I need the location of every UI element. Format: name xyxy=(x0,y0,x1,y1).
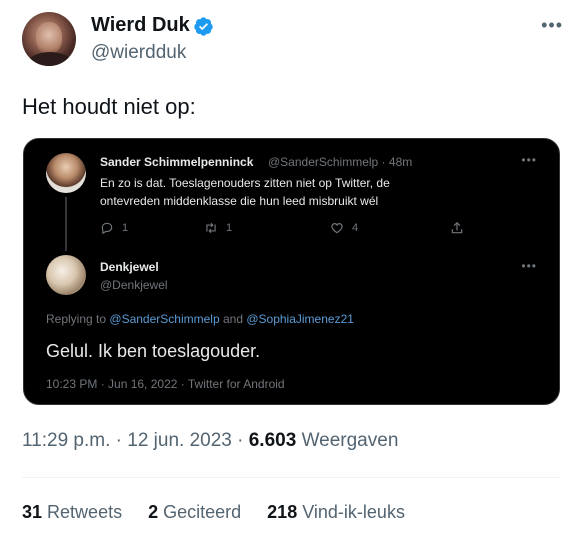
more-options-icon[interactable]: ••• xyxy=(541,16,563,34)
retweet-count: 1 xyxy=(226,222,233,234)
quotes-count: 2 xyxy=(148,502,159,522)
embedded-screenshot[interactable]: Sander Schimmelpenninck @SanderSchimmelp… xyxy=(23,138,560,405)
tweet-timestamp[interactable]: 11:29 p.m. · 12 jun. 2023 · xyxy=(22,430,243,451)
mention-link: @SanderSchimmelp xyxy=(109,312,220,326)
views-label[interactable]: Weergaven xyxy=(302,430,399,451)
views-count[interactable]: 6.603 xyxy=(249,430,297,451)
reply-action: 1 xyxy=(100,219,128,237)
retweets-count: 31 xyxy=(22,502,43,522)
likes-count: 218 xyxy=(267,502,298,522)
share-action xyxy=(450,219,464,237)
avatar-shirt xyxy=(28,52,72,66)
reply-icon xyxy=(101,222,113,235)
parent-actions: 1 1 4 xyxy=(100,219,470,239)
parent-more-icon: ••• xyxy=(521,153,537,167)
retweets-label: Retweets xyxy=(47,502,123,522)
author-avatar[interactable] xyxy=(22,12,76,66)
like-count: 4 xyxy=(352,222,359,234)
like-icon xyxy=(331,223,343,234)
reply-more-icon: ••• xyxy=(521,259,537,273)
retweets-stat[interactable]: 31 Retweets xyxy=(22,502,122,523)
reply-author-name: Denkjewel xyxy=(100,260,159,274)
quotes-stat[interactable]: 2 Geciteerd xyxy=(148,502,241,523)
parent-handle-time: @SanderSchimmelp · 48m xyxy=(268,155,413,169)
replying-prefix: Replying to xyxy=(46,312,107,326)
retweet-icon xyxy=(206,222,216,234)
divider xyxy=(22,477,560,478)
engagement-stats: 31 Retweets 2 Geciteerd 218 Vind-ik-leuk… xyxy=(22,502,405,523)
retweet-action: 1 xyxy=(204,219,232,237)
quotes-label: Geciteerd xyxy=(163,502,242,522)
author-handle[interactable]: @wierdduk xyxy=(91,42,186,64)
parent-tweet-text: En zo is dat. Toeslagenouders zitten nie… xyxy=(100,176,390,208)
sander-avatar xyxy=(46,153,86,193)
thread-line xyxy=(65,197,67,251)
tweet-text: Het houdt niet op: xyxy=(22,94,196,119)
reply-tweet-meta: 10:23 PM · Jun 16, 2022 · Twitter for An… xyxy=(46,377,285,391)
parent-author-name: Sander Schimmelpenninck xyxy=(100,155,254,169)
tweet-timestamp-row: 11:29 p.m. · 12 jun. 2023 · 6.603 Weerga… xyxy=(22,430,398,452)
replying-and: and xyxy=(222,312,243,326)
denkjewel-avatar xyxy=(46,255,86,295)
reply-author-handle: @Denkjewel xyxy=(100,278,168,292)
verified-badge-icon xyxy=(194,17,213,36)
share-icon xyxy=(451,221,463,234)
like-action: 4 xyxy=(330,219,358,237)
mention-link: @SophiaJimenez21 xyxy=(246,312,354,326)
tweet-header: Wierd Duk @wierdduk ••• xyxy=(22,10,567,70)
replying-to-line: Replying to @SanderSchimmelp and @Sophia… xyxy=(46,312,354,326)
likes-label: Vind-ik-leuks xyxy=(302,502,405,522)
reply-count: 1 xyxy=(122,222,129,234)
avatar-face xyxy=(36,22,62,54)
reply-tweet-text: Gelul. Ik ben toeslagouder. xyxy=(46,341,261,361)
author-name[interactable]: Wierd Duk xyxy=(91,14,190,37)
likes-stat[interactable]: 218 Vind-ik-leuks xyxy=(267,502,405,523)
